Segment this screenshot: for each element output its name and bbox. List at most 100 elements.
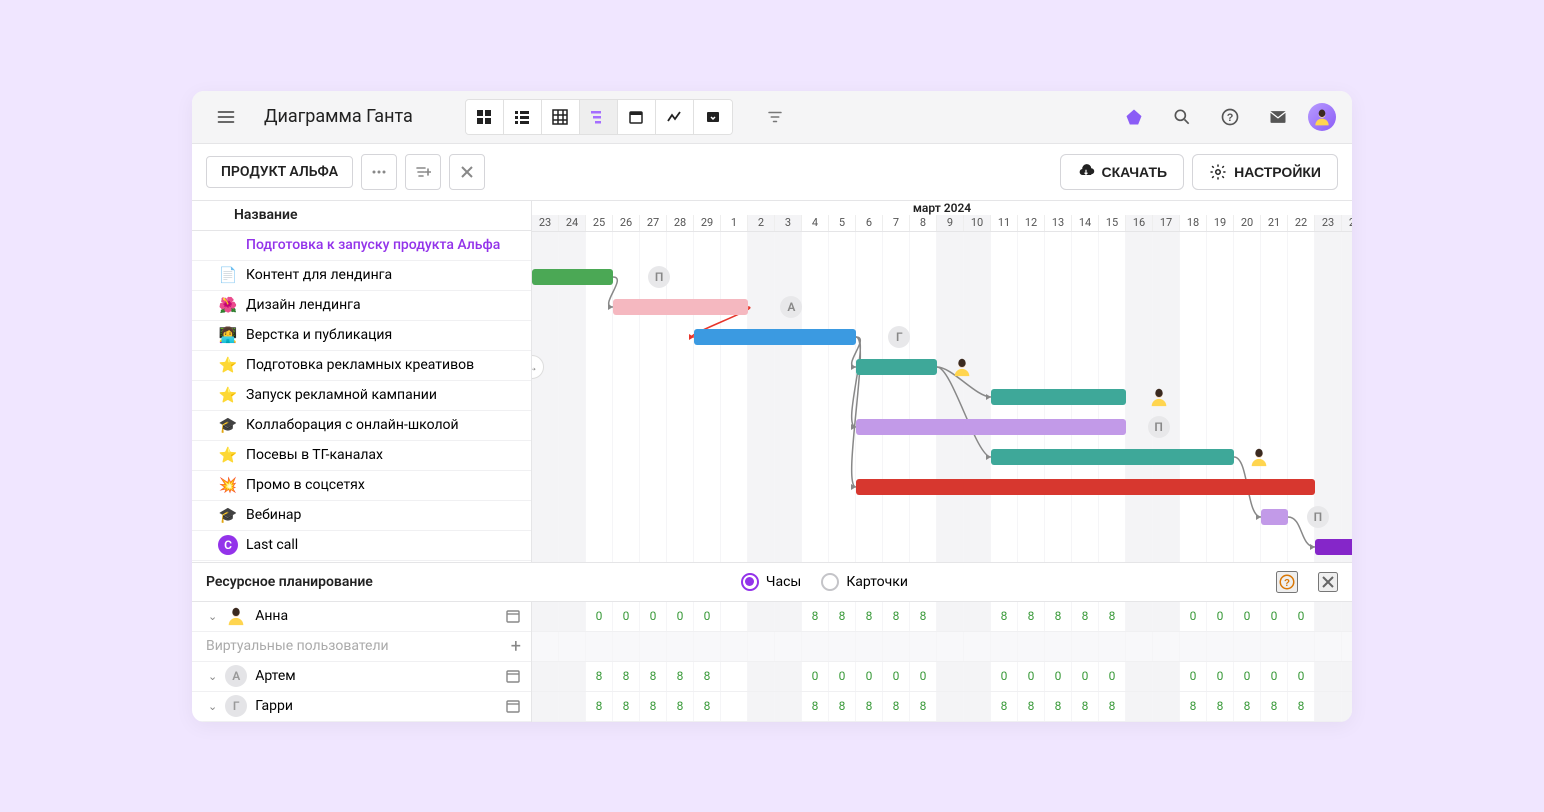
resource-hour-cell [1045, 632, 1072, 661]
assignee-chip[interactable]: Г [888, 326, 910, 348]
resource-hour-cell [640, 632, 667, 661]
assignee-chip[interactable]: П [648, 266, 670, 288]
task-row[interactable]: ⭐Запуск рекламной кампании [192, 381, 531, 411]
task-name: Last call [246, 537, 298, 553]
resource-hour-cell [937, 662, 964, 691]
resource-hour-cell [1153, 692, 1180, 721]
resource-hour-cell: 8 [1045, 692, 1072, 721]
chevron-down-icon: ⌄ [208, 670, 217, 683]
assignee-chip[interactable]: П [1148, 416, 1170, 438]
resource-user-row[interactable]: ⌄ГГарри [192, 692, 531, 722]
view-board[interactable] [466, 100, 504, 134]
task-row[interactable]: 📄Контент для лендинга [192, 261, 531, 291]
gantt-bar[interactable] [694, 329, 856, 345]
radio-cards-label: Карточки [846, 574, 908, 590]
assignee-chip[interactable]: А [780, 296, 802, 318]
tag-button[interactable] [1116, 99, 1152, 135]
calendar-icon[interactable] [505, 698, 521, 714]
assignee-avatar[interactable] [1148, 386, 1170, 408]
resource-hour-cell [964, 632, 991, 661]
resource-user-row[interactable]: ⌄ААртем [192, 662, 531, 692]
view-gantt[interactable] [580, 100, 618, 134]
resource-hour-cell [1126, 692, 1153, 721]
task-icon: 👩‍💻 [218, 326, 238, 344]
assignee-avatar[interactable] [951, 356, 973, 378]
menu-button[interactable] [208, 99, 244, 135]
task-row[interactable]: ⭐Посевы в ТГ-каналах [192, 441, 531, 471]
gantt-bar[interactable] [856, 479, 1315, 495]
resource-hour-cell [748, 692, 775, 721]
plus-icon[interactable]: + [511, 636, 521, 657]
help-button[interactable]: ? [1212, 99, 1248, 135]
assignee-chip[interactable]: П [1307, 506, 1329, 528]
day-header-cell: 25 [586, 215, 613, 231]
day-header-cell: 26 [613, 215, 640, 231]
gantt-bar[interactable] [1315, 539, 1352, 555]
view-archive[interactable] [694, 100, 732, 134]
download-button[interactable]: СКАЧАТЬ [1060, 154, 1185, 190]
task-row[interactable]: ⭐Подготовка рекламных креативов [192, 351, 531, 381]
gantt-bar[interactable] [532, 269, 613, 285]
search-button[interactable] [1164, 99, 1200, 135]
gantt-chart-body: П А Г П П [532, 232, 1352, 562]
filter-button[interactable] [757, 99, 793, 135]
virtual-users-row[interactable]: Виртуальные пользователи+ [192, 632, 531, 662]
radio-hours[interactable]: Часы [741, 573, 801, 591]
gantt-bar[interactable] [1261, 509, 1288, 525]
view-chart[interactable] [656, 100, 694, 134]
resource-hour-cell: 0 [1207, 662, 1234, 691]
day-row: 2324252627282912345678910111213141516171… [532, 215, 1352, 231]
clear-filter-button[interactable] [449, 154, 485, 190]
mail-button[interactable] [1260, 99, 1296, 135]
resource-hours-row: 000000888888888800000 [532, 602, 1352, 632]
gantt-bar[interactable] [613, 299, 748, 315]
task-row[interactable]: 💥Промо в соцсетях [192, 471, 531, 501]
user-avatar[interactable] [1308, 103, 1336, 131]
day-header-cell: 4 [802, 215, 829, 231]
resource-hour-cell: 8 [1045, 602, 1072, 631]
resource-hour-cell: 0 [586, 602, 613, 631]
view-table[interactable] [542, 100, 580, 134]
resource-hour-cell: 8 [910, 692, 937, 721]
resource-hour-cell: 0 [991, 662, 1018, 691]
day-header-cell: 20 [1234, 215, 1261, 231]
calendar-icon[interactable] [505, 608, 521, 624]
task-row[interactable]: Подготовка к запуску продукта Альфа [192, 231, 531, 261]
task-row[interactable]: СLast call [192, 531, 531, 561]
resource-close-button[interactable] [1318, 572, 1338, 592]
gantt-bar[interactable] [991, 449, 1234, 465]
cloud-download-icon [1077, 163, 1095, 181]
more-filter-button[interactable] [361, 154, 397, 190]
gantt-bar[interactable] [991, 389, 1126, 405]
task-row[interactable]: 👩‍💻Верстка и публикация [192, 321, 531, 351]
resource-hour-cell: 0 [1018, 662, 1045, 691]
gantt-row [532, 442, 1352, 472]
add-filter-button[interactable] [405, 154, 441, 190]
resource-hour-cell: 0 [910, 662, 937, 691]
resource-hour-cell [1180, 632, 1207, 661]
task-row[interactable]: 🎓Вебинар [192, 501, 531, 531]
radio-cards[interactable]: Карточки [821, 573, 908, 591]
gantt-bar[interactable] [856, 359, 937, 375]
resource-help-button[interactable]: ? [1276, 571, 1298, 593]
resource-user-row[interactable]: ⌄Анна [192, 602, 531, 632]
archive-icon [705, 109, 721, 125]
task-name: Запуск рекламной кампании [246, 387, 437, 403]
radio-hours-label: Часы [766, 574, 801, 590]
calendar-icon[interactable] [505, 668, 521, 684]
filter-icon [766, 108, 784, 126]
gantt-bar[interactable] [856, 419, 1126, 435]
view-list[interactable] [504, 100, 542, 134]
tag-icon [1124, 107, 1144, 127]
view-calendar[interactable] [618, 100, 656, 134]
resource-hour-cell [1342, 662, 1352, 691]
resource-hour-cell [1288, 632, 1315, 661]
toolbar: ПРОДУКТ АЛЬФА СКАЧАТЬ НАСТРОЙКИ [192, 144, 1352, 201]
task-name: Коллаборация с онлайн-школой [246, 417, 459, 433]
task-row[interactable]: 🎓Коллаборация с онлайн-школой [192, 411, 531, 441]
settings-button[interactable]: НАСТРОЙКИ [1192, 154, 1338, 190]
project-filter-chip[interactable]: ПРОДУКТ АЛЬФА [206, 156, 353, 188]
task-row[interactable]: 🌺Дизайн лендинга [192, 291, 531, 321]
assignee-avatar[interactable] [1248, 446, 1270, 468]
resource-hour-cell: 8 [910, 602, 937, 631]
